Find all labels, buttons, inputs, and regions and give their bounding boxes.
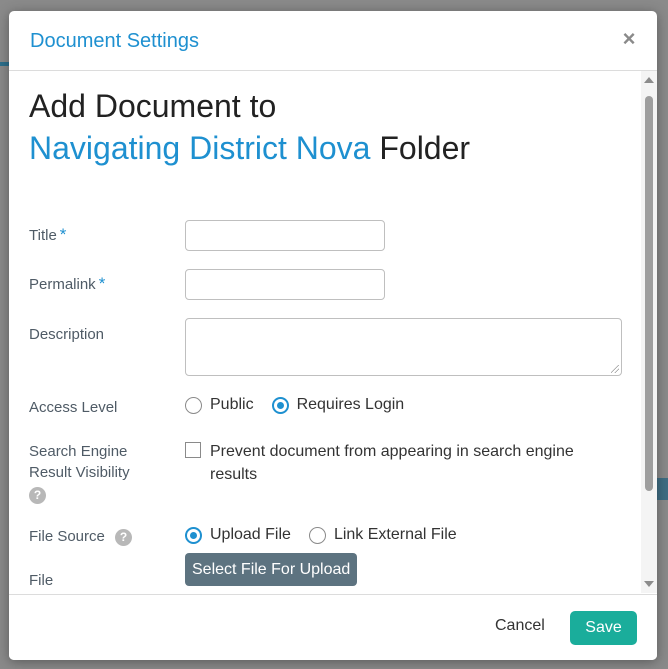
- close-icon[interactable]: ×: [619, 28, 639, 50]
- access-level-label: Access Level: [29, 399, 118, 416]
- access-option-public[interactable]: Public: [185, 396, 254, 414]
- radio-requires-login-label: Requires Login: [296, 396, 405, 413]
- radio-link-external[interactable]: [308, 526, 326, 544]
- prevent-indexing-checkbox[interactable]: [185, 442, 201, 458]
- dialog-body: Add Document to Navigating District Nova…: [9, 71, 641, 593]
- page-heading: Add Document to Navigating District Nova…: [29, 85, 470, 169]
- dialog-header: Document Settings ×: [9, 11, 657, 71]
- title-label: Title *: [29, 225, 67, 244]
- access-level-options: Public Requires Login: [185, 396, 422, 414]
- scroll-thumb[interactable]: [645, 96, 653, 491]
- select-file-button[interactable]: Select File For Upload: [185, 553, 358, 586]
- help-icon[interactable]: ?: [29, 487, 46, 505]
- radio-requires-login[interactable]: [271, 396, 289, 414]
- document-settings-dialog: Document Settings × Add Document to Navi…: [9, 11, 657, 660]
- heading-line1: Add Document to: [29, 88, 277, 124]
- required-asterisk: *: [59, 225, 67, 244]
- dialog-footer: Cancel Save: [9, 594, 657, 660]
- radio-link-external-label: Link External File: [333, 526, 457, 543]
- file-source-upload[interactable]: Upload File: [185, 526, 291, 544]
- search-visibility-label: Search Engine Result Visibility ?: [29, 443, 130, 505]
- help-icon[interactable]: ?: [115, 528, 133, 546]
- heading-line2: Navigating District Nova Folder: [29, 127, 470, 169]
- prevent-indexing-label: Prevent document from appearing in searc…: [210, 443, 574, 483]
- radio-public-label: Public: [210, 396, 254, 413]
- resize-handle-icon[interactable]: [611, 365, 619, 373]
- title-input[interactable]: [185, 220, 385, 251]
- file-source-link[interactable]: Link External File: [308, 526, 457, 544]
- access-option-requires-login[interactable]: Requires Login: [271, 396, 405, 414]
- background-accent-line: [0, 62, 9, 66]
- file-label: File: [29, 572, 54, 589]
- radio-upload-file[interactable]: [185, 526, 202, 544]
- cancel-button[interactable]: Cancel: [495, 617, 545, 635]
- required-asterisk: *: [98, 274, 106, 293]
- folder-name-link[interactable]: Navigating District Nova: [29, 130, 370, 166]
- scroll-down-icon[interactable]: [644, 581, 654, 587]
- file-source-options: Upload File Link External File: [185, 526, 475, 544]
- radio-public[interactable]: [185, 396, 202, 414]
- description-label: Description: [29, 326, 105, 343]
- dialog-scrollbar[interactable]: [641, 71, 657, 593]
- permalink-label: Permalink *: [29, 274, 106, 293]
- description-textarea[interactable]: [185, 318, 622, 376]
- radio-upload-file-label: Upload File: [210, 526, 291, 543]
- folder-suffix: Folder: [370, 130, 471, 166]
- file-source-label: File Source ?: [29, 526, 133, 547]
- dialog-title: Document Settings: [30, 30, 199, 52]
- permalink-input[interactable]: [185, 269, 385, 300]
- save-button[interactable]: Save: [570, 611, 637, 645]
- scroll-up-icon[interactable]: [644, 77, 654, 83]
